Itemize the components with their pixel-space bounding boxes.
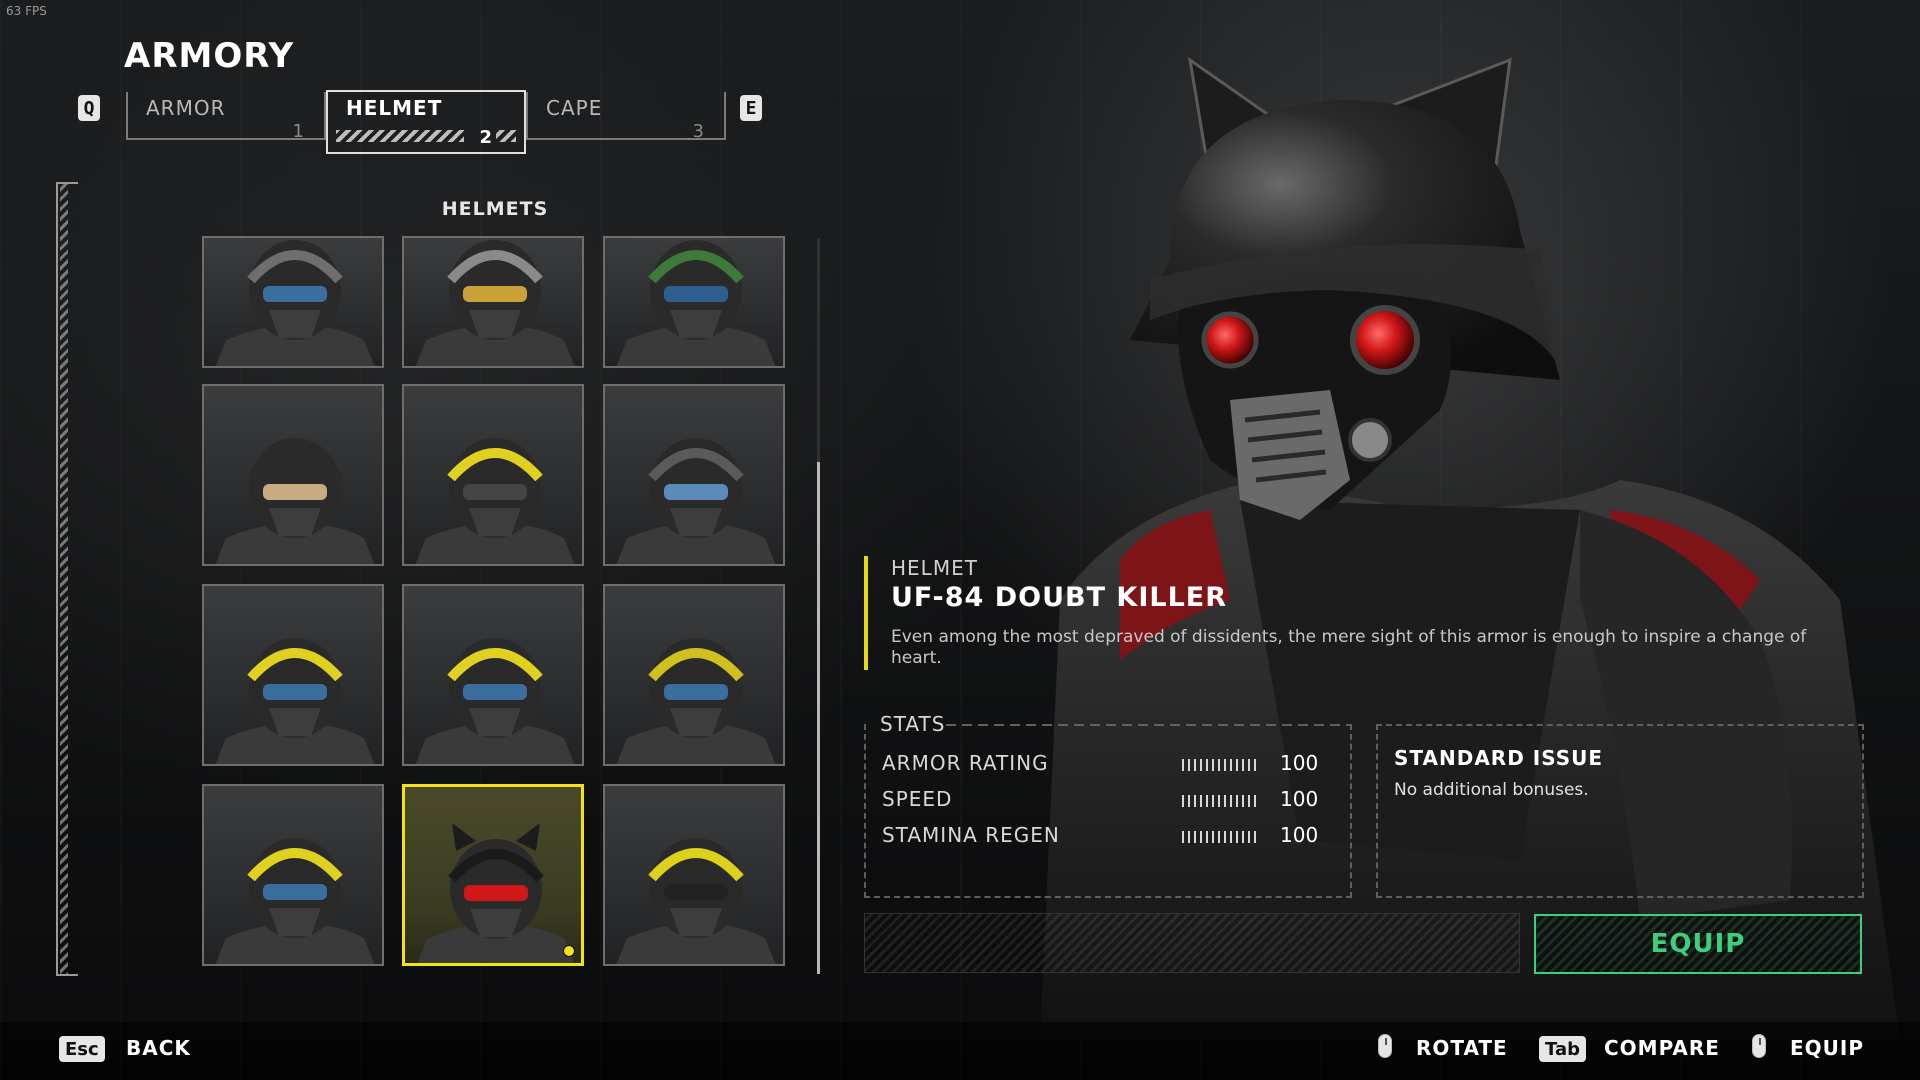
helmet-thumbnail-icon [415,638,575,764]
stat-row: ARMOR RATING 100 [882,751,1322,779]
rotate-label: ROTATE [1416,1036,1508,1060]
compare-key[interactable]: Tab [1539,1036,1586,1062]
helmet-slot-helmet-uf84-doubt-killer[interactable] [402,784,584,966]
helmet-slot-helmet-gray-gold-visor[interactable] [402,236,584,368]
stat-value: 100 [1280,787,1319,811]
helmet-thumbnail-icon [616,638,776,764]
helmet-thumbnail-icon [415,240,575,366]
helmet-thumbnail-icon [616,438,776,564]
stat-bar [1182,759,1260,771]
helmet-thumbnail-icon [616,838,776,964]
active-tab-stripe [496,130,516,142]
stat-value: 100 [1280,751,1319,775]
tab-label: HELMET [346,96,443,120]
helmet-slot-helmet-hooded[interactable] [202,384,384,566]
item-category: HELMET [891,556,978,580]
helmet-slot-helmet-yellow-side[interactable] [603,584,785,766]
passive-title: STANDARD ISSUE [1394,746,1604,770]
item-name: UF-84 DOUBT KILLER [891,582,1228,613]
tab-label: ARMOR [146,96,226,120]
grid-scroll-thumb[interactable] [817,462,820,974]
helmet-thumbnail-icon [215,240,375,366]
helmet-slot-helmet-yellow-stripe-c[interactable] [202,784,384,966]
helmet-slot-helmet-black-striped[interactable] [202,236,384,368]
stat-name: STAMINA REGEN [882,823,1060,847]
active-tab-stripe [336,130,464,142]
helmet-slot-helmet-yellow-crest[interactable] [402,384,584,566]
page-title: ARMORY [124,36,295,76]
helmet-thumbnail-icon [417,823,575,963]
stat-name: SPEED [882,787,953,811]
stat-name: ARMOR RATING [882,751,1049,775]
tab-cape[interactable]: CAPE 3 [526,92,726,142]
helmet-thumbnail-icon [215,838,375,964]
equip-label[interactable]: EQUIP [1790,1036,1864,1060]
prev-tab-key[interactable]: Q [78,95,100,121]
tab-number: 2 [479,127,492,148]
stat-row: STAMINA REGEN 100 [882,823,1322,851]
tab-label: CAPE [546,96,603,120]
tab-helmet[interactable]: HELMET 2 [326,90,526,154]
passive-description: No additional bonuses. [1394,780,1589,800]
compare-label[interactable]: COMPARE [1604,1036,1720,1060]
mouse-drag-icon [1378,1034,1392,1058]
helmet-slot-helmet-yellow-stripe-b[interactable] [402,584,584,766]
back-key[interactable]: Esc [59,1036,105,1062]
stat-bar [1182,831,1260,843]
back-label[interactable]: BACK [126,1036,191,1060]
grid-title: HELMETS [441,198,549,220]
tab-number: 3 [692,121,704,142]
helmet-slot-helmet-green[interactable] [603,236,785,368]
mouse-click-icon [1752,1034,1766,1058]
helmet-thumbnail-icon [616,240,776,366]
equip-button[interactable]: EQUIP [1534,914,1862,974]
tab-number: 1 [292,121,304,142]
helmet-thumbnail-icon [215,438,375,564]
stat-row: SPEED 100 [882,787,1322,815]
stat-value: 100 [1280,823,1319,847]
left-rail [56,182,78,976]
tab-armor[interactable]: ARMOR 1 [126,92,326,142]
stats-title: STATS [880,712,946,736]
fps-counter: 63 FPS [6,4,47,18]
helmet-slot-helmet-white-faceplate[interactable] [603,384,785,566]
next-tab-key[interactable]: E [740,95,762,121]
helmet-slot-helmet-knight-yellow[interactable] [603,784,785,966]
info-accent-bar [864,556,868,670]
stat-bar [1182,795,1260,807]
helmet-thumbnail-icon [215,638,375,764]
item-description: Even among the most depraved of dissiden… [891,627,1807,668]
helmet-slot-helmet-yellow-stripe-a[interactable] [202,584,384,766]
action-placeholder [864,913,1520,973]
equipped-indicator-icon [563,945,575,957]
helmet-thumbnail-icon [415,438,575,564]
